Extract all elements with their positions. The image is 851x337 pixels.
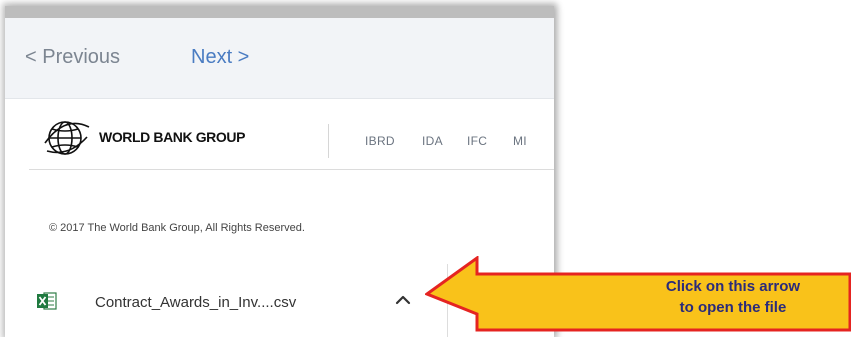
callout-text: Click on this arrow to open the file	[620, 276, 846, 318]
excel-file-icon	[37, 292, 57, 310]
org-name[interactable]: WORLD BANK GROUP	[99, 129, 245, 145]
nav-link-miga[interactable]: MI	[513, 134, 527, 148]
callout-line-2: to open the file	[679, 299, 787, 316]
world-bank-globe-logo[interactable]	[43, 117, 95, 157]
header-separator	[29, 169, 554, 170]
next-link[interactable]: Next >	[191, 46, 249, 69]
chevron-up-icon[interactable]	[394, 291, 412, 309]
pagination-nav: < Previous Next >	[5, 18, 554, 99]
nav-link-ibrd[interactable]: IBRD	[365, 134, 395, 148]
header-divider	[328, 124, 329, 158]
site-header: WORLD BANK GROUP IBRD IDA IFC MI	[5, 99, 554, 167]
nav-link-ifc[interactable]: IFC	[467, 134, 487, 148]
previous-link[interactable]: < Previous	[25, 46, 120, 69]
nav-link-ida[interactable]: IDA	[422, 134, 443, 148]
window-top-bar	[5, 6, 554, 18]
copyright-text: © 2017 The World Bank Group, All Rights …	[49, 222, 305, 234]
download-file-name[interactable]: Contract_Awards_in_Inv....csv	[95, 294, 296, 311]
callout-line-1: Click on this arrow	[665, 278, 801, 295]
